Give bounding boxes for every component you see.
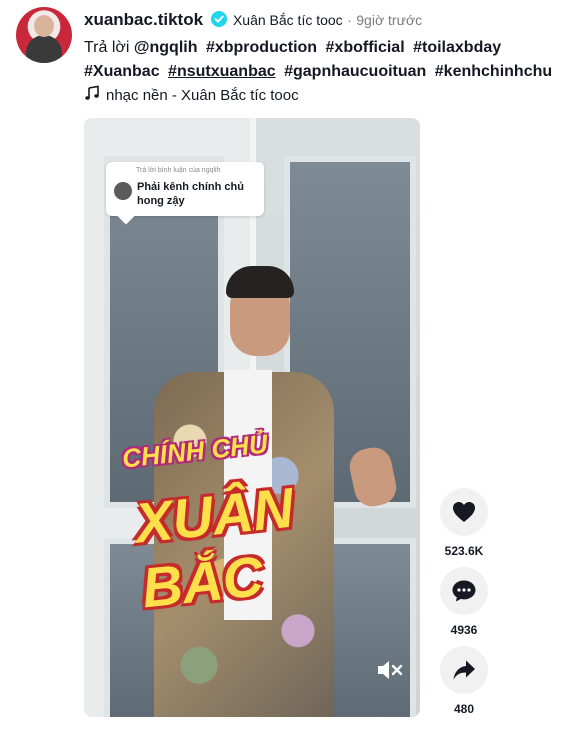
like-action[interactable]: 523.6K xyxy=(440,488,488,558)
avatar[interactable] xyxy=(16,7,72,63)
verified-badge-icon xyxy=(210,11,227,32)
music-link[interactable]: nhạc nền - Xuân Bắc tíc tooc xyxy=(84,85,299,105)
hashtag[interactable]: #Xuanbac xyxy=(84,63,160,80)
comment-count: 4936 xyxy=(450,623,478,637)
person-hair xyxy=(226,266,294,298)
tiktok-post: xuanbac.tiktok Xuân Bắc tíc tooc · 9giờ … xyxy=(0,0,575,742)
reply-comment-bubble: Trả lời bình luận của ngqlih Phải kênh c… xyxy=(106,162,264,216)
hashtag[interactable]: #toilaxbday xyxy=(413,39,501,56)
like-button[interactable] xyxy=(440,488,488,536)
caption: Trả lời @ngqlih #xbproduction #xbofficia… xyxy=(84,36,564,84)
reply-text: Phải kênh chính chủ hong zậy xyxy=(137,181,244,207)
comment-icon xyxy=(452,580,476,602)
music-note-icon xyxy=(84,85,100,105)
video-player[interactable]: Trả lời bình luận của ngqlih Phải kênh c… xyxy=(84,118,420,717)
hashtag[interactable]: #gapnhaucuoituan xyxy=(284,63,426,80)
comment-action[interactable]: 4936 xyxy=(440,567,488,637)
mute-icon[interactable] xyxy=(376,659,404,681)
share-action[interactable]: 480 xyxy=(440,646,488,716)
heart-icon xyxy=(453,502,475,522)
music-title: nhạc nền - Xuân Bắc tíc tooc xyxy=(106,86,299,104)
hashtag[interactable]: #kenhchinhchu xyxy=(435,63,552,80)
commenter-avatar xyxy=(114,182,132,200)
nickname[interactable]: Xuân Bắc tíc tooc xyxy=(233,12,343,28)
post-time: 9giờ trước xyxy=(356,12,423,28)
mention-tag[interactable]: @ngqlih xyxy=(134,39,198,56)
comment-button[interactable] xyxy=(440,567,488,615)
avatar-figure xyxy=(26,35,62,63)
username[interactable]: xuanbac.tiktok xyxy=(84,10,203,29)
share-icon xyxy=(453,660,475,680)
reply-header: Trả lời bình luận của ngqlih xyxy=(136,167,221,174)
hashtag[interactable]: #nsutxuanbac xyxy=(168,63,276,80)
caption-prefix: Trả lời xyxy=(84,39,130,56)
separator: · xyxy=(347,12,352,28)
hashtag[interactable]: #xbproduction xyxy=(206,39,317,56)
hashtag[interactable]: #xbofficial xyxy=(326,39,405,56)
share-count: 480 xyxy=(453,702,475,716)
like-count: 523.6K xyxy=(444,544,484,558)
share-button[interactable] xyxy=(440,646,488,694)
post-header: xuanbac.tiktok Xuân Bắc tíc tooc · 9giờ … xyxy=(84,10,565,32)
avatar-face xyxy=(34,15,54,37)
